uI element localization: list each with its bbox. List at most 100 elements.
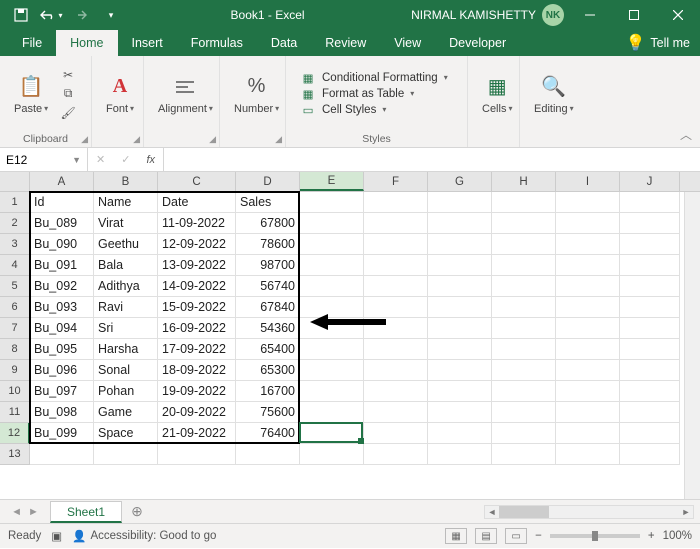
cell[interactable] [556,276,620,297]
redo-button[interactable] [68,3,94,27]
cell[interactable]: 98700 [236,255,300,276]
close-button[interactable] [656,0,700,30]
zoom-knob[interactable] [592,531,598,541]
tab-review[interactable]: Review [311,30,380,56]
column-header[interactable]: A [30,172,94,191]
cell[interactable] [620,423,680,444]
column-header[interactable]: D [236,172,300,191]
cell[interactable] [620,255,680,276]
cell[interactable] [556,234,620,255]
cell[interactable]: 75600 [236,402,300,423]
cell[interactable] [364,213,428,234]
cell[interactable] [492,339,556,360]
cell[interactable] [364,423,428,444]
cell[interactable] [30,444,94,465]
cell[interactable] [300,423,364,444]
cell[interactable] [428,234,492,255]
cell[interactable]: 65300 [236,360,300,381]
cell[interactable]: Bu_096 [30,360,94,381]
cell[interactable]: Bala [94,255,158,276]
cell[interactable] [236,444,300,465]
cell[interactable] [492,381,556,402]
cell[interactable] [492,318,556,339]
row-header[interactable]: 13 [0,444,30,465]
cell[interactable]: Bu_089 [30,213,94,234]
cell[interactable]: Name [94,192,158,213]
cell[interactable]: Sales [236,192,300,213]
scrollbar-thumb[interactable] [499,506,549,518]
cell[interactable] [620,381,680,402]
cell[interactable]: Id [30,192,94,213]
cell[interactable] [300,192,364,213]
cell[interactable] [620,360,680,381]
cell[interactable] [428,213,492,234]
cell[interactable] [620,318,680,339]
zoom-out-button[interactable]: − [535,530,542,542]
cell[interactable] [492,234,556,255]
cell[interactable] [364,276,428,297]
cell[interactable]: Game [94,402,158,423]
cell[interactable] [556,381,620,402]
cell[interactable] [556,192,620,213]
cell[interactable]: Bu_092 [30,276,94,297]
cell[interactable] [492,297,556,318]
cell[interactable] [300,402,364,423]
cell[interactable]: 17-09-2022 [158,339,236,360]
row-header[interactable]: 8 [0,339,30,360]
tab-file[interactable]: File [8,30,56,56]
cell[interactable] [364,381,428,402]
cell[interactable] [556,297,620,318]
cell[interactable]: Sonal [94,360,158,381]
cell[interactable] [300,234,364,255]
cell[interactable]: 12-09-2022 [158,234,236,255]
cell[interactable] [492,192,556,213]
cell[interactable]: Virat [94,213,158,234]
cell[interactable] [620,402,680,423]
conditional-formatting-button[interactable]: ▦Conditional Formatting ▾ [300,71,448,85]
enter-icon[interactable]: ✓ [121,153,130,166]
editing-button[interactable]: 🔍 Editing▾ [528,71,580,117]
formula-input[interactable] [164,148,700,171]
cell[interactable]: 76400 [236,423,300,444]
cell[interactable] [620,234,680,255]
cell[interactable] [364,402,428,423]
format-painter-icon[interactable]: 🖌 [58,105,78,121]
cell[interactable] [364,318,428,339]
cell[interactable] [300,444,364,465]
cell[interactable]: 54360 [236,318,300,339]
column-header[interactable]: B [94,172,158,191]
row-header[interactable]: 4 [0,255,30,276]
cell[interactable] [364,234,428,255]
cell[interactable] [158,444,236,465]
user-section[interactable]: NIRMAL KAMISHETTY NK [411,4,568,26]
cell[interactable]: 67840 [236,297,300,318]
font-button[interactable]: A Font▾ [100,71,140,117]
cell[interactable]: Bu_097 [30,381,94,402]
tab-home[interactable]: Home [56,30,117,56]
column-header[interactable]: J [620,172,680,191]
maximize-button[interactable] [612,0,656,30]
column-header[interactable]: F [364,172,428,191]
cell[interactable] [428,423,492,444]
copy-icon[interactable]: ⧉ [58,86,78,102]
alignment-button[interactable]: Alignment▾ [152,71,219,117]
column-header[interactable]: I [556,172,620,191]
cell[interactable] [300,297,364,318]
zoom-slider[interactable] [550,534,640,538]
cell-styles-button[interactable]: ▭Cell Styles ▾ [300,103,448,117]
number-button[interactable]: % Number▾ [228,71,285,117]
cell[interactable] [300,360,364,381]
cell[interactable] [620,297,680,318]
cell[interactable]: Adithya [94,276,158,297]
tab-view[interactable]: View [380,30,435,56]
minimize-button[interactable] [568,0,612,30]
cell[interactable] [492,444,556,465]
cell[interactable] [492,213,556,234]
cell[interactable]: Bu_094 [30,318,94,339]
cell[interactable] [364,297,428,318]
tellme-link[interactable]: Tell me [650,36,690,50]
cell[interactable]: Space [94,423,158,444]
cell[interactable] [94,444,158,465]
cell[interactable] [428,360,492,381]
cell[interactable]: 21-09-2022 [158,423,236,444]
